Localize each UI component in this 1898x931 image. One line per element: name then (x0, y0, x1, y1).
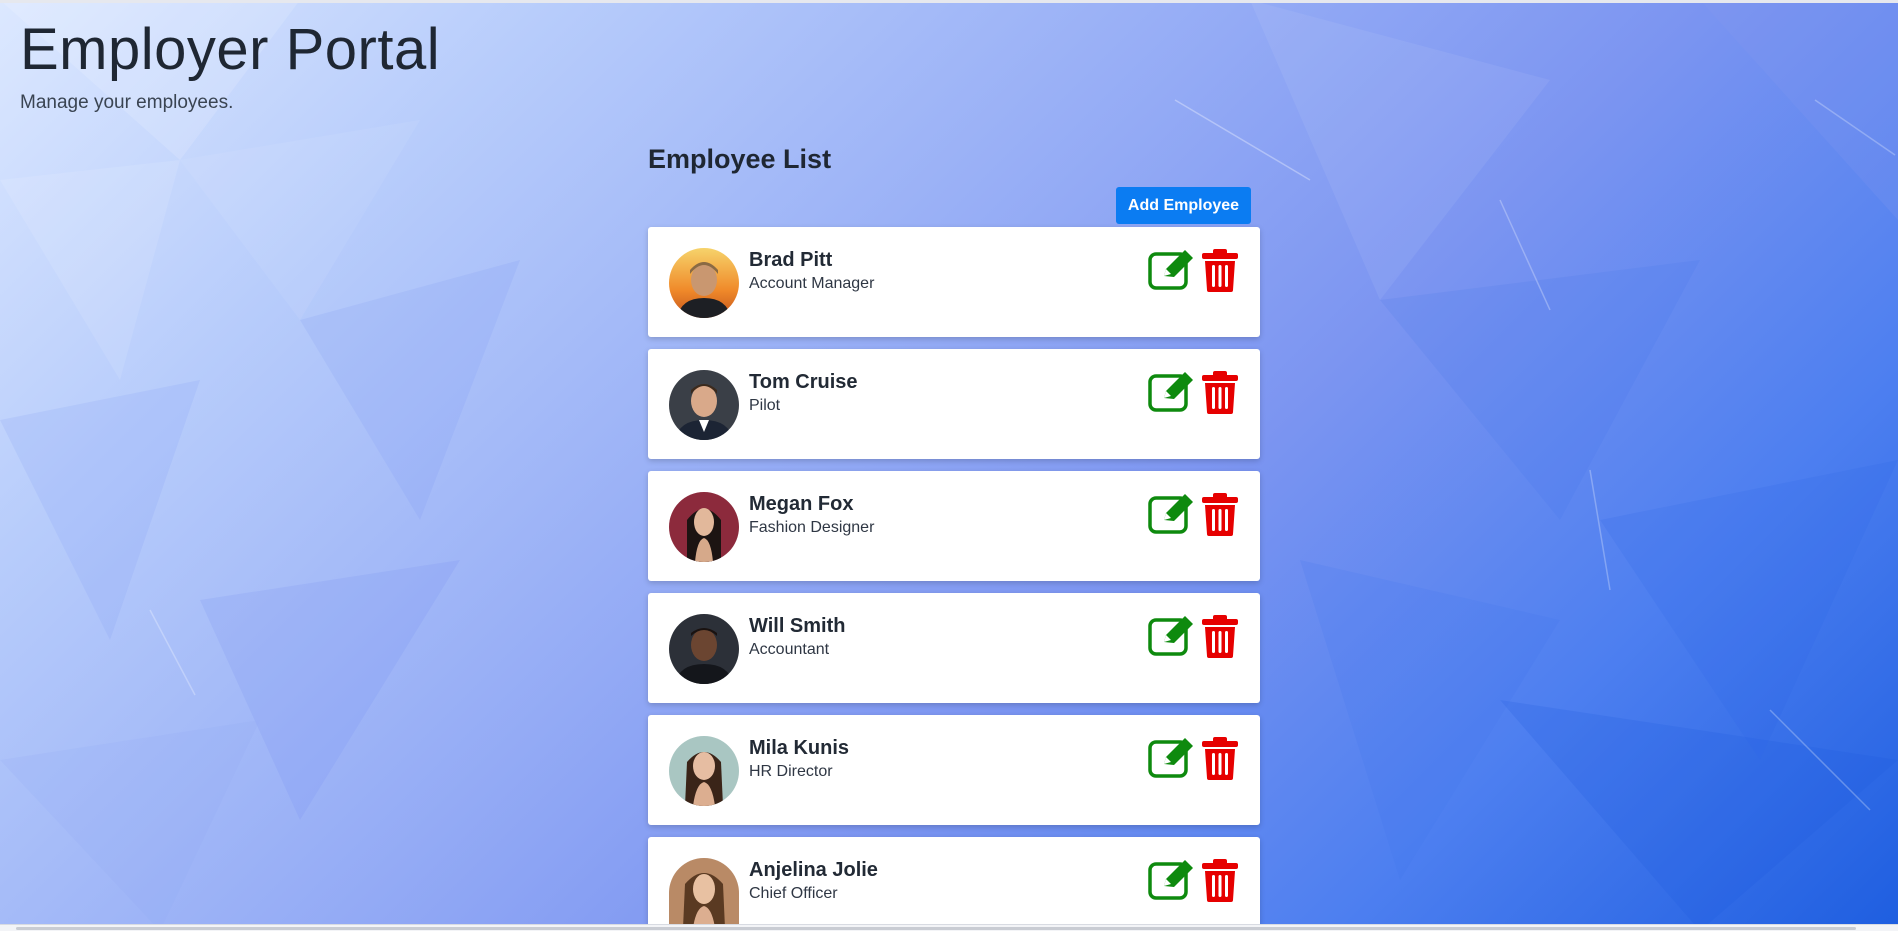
employee-name: Tom Cruise (749, 371, 858, 393)
employee-card: Mila Kunis HR Director (648, 715, 1260, 825)
trash-icon (1202, 859, 1238, 902)
employee-avatar (669, 492, 739, 562)
employee-card: Megan Fox Fashion Designer (648, 471, 1260, 581)
horizontal-scrollbar[interactable] (0, 924, 1898, 931)
employee-role: Pilot (749, 397, 781, 414)
edit-icon (1148, 616, 1193, 656)
employee-name: Megan Fox (749, 493, 854, 515)
employee-avatar (669, 370, 739, 440)
employee-card: Will Smith Accountant (648, 593, 1260, 703)
employee-avatar (669, 614, 739, 684)
employee-name: Mila Kunis (749, 737, 850, 759)
edit-employee-button[interactable] (1148, 614, 1196, 656)
employee-avatar (669, 736, 739, 806)
employee-card: Tom Cruise Pilot (648, 349, 1260, 459)
edit-icon (1148, 738, 1193, 778)
delete-employee-button[interactable] (1201, 492, 1239, 536)
trash-icon (1202, 615, 1238, 658)
trash-icon (1202, 737, 1238, 780)
employee-avatar (669, 248, 739, 318)
trash-icon (1202, 371, 1238, 414)
add-employee-button[interactable]: Add Employee (1116, 187, 1251, 224)
page-title: Employer Portal (20, 17, 441, 82)
edit-employee-button[interactable] (1148, 248, 1196, 290)
edit-icon (1148, 860, 1193, 900)
delete-employee-button[interactable] (1201, 248, 1239, 292)
employee-list-heading: Employee List (648, 144, 832, 174)
employee-role: HR Director (749, 763, 833, 780)
employee-card: Anjelina Jolie Chief Officer (648, 837, 1260, 926)
delete-employee-button[interactable] (1201, 614, 1239, 658)
scrollbar-thumb[interactable] (16, 927, 1856, 930)
employee-role: Chief Officer (749, 885, 838, 902)
edit-employee-button[interactable] (1148, 370, 1196, 412)
employee-avatar (669, 858, 739, 926)
edit-icon (1148, 494, 1193, 534)
trash-icon (1202, 493, 1238, 536)
employee-name: Will Smith (749, 615, 846, 637)
delete-employee-button[interactable] (1201, 370, 1239, 414)
employee-role: Account Manager (749, 275, 875, 292)
page-subtitle: Manage your employees. (20, 92, 234, 113)
employee-name: Brad Pitt (749, 249, 833, 271)
employee-role: Accountant (749, 641, 830, 658)
edit-employee-button[interactable] (1148, 858, 1196, 900)
employee-card: Brad Pitt Account Manager (648, 227, 1260, 337)
delete-employee-button[interactable] (1201, 858, 1239, 902)
edit-employee-button[interactable] (1148, 492, 1196, 534)
employer-portal-page: Employer Portal Manage your employees. E… (0, 0, 1898, 931)
trash-icon (1202, 249, 1238, 292)
edit-employee-button[interactable] (1148, 736, 1196, 778)
window-top-border (0, 0, 1898, 3)
edit-icon (1148, 372, 1193, 412)
employee-name: Anjelina Jolie (749, 859, 878, 881)
employee-role: Fashion Designer (749, 519, 875, 536)
edit-icon (1148, 250, 1193, 290)
delete-employee-button[interactable] (1201, 736, 1239, 780)
